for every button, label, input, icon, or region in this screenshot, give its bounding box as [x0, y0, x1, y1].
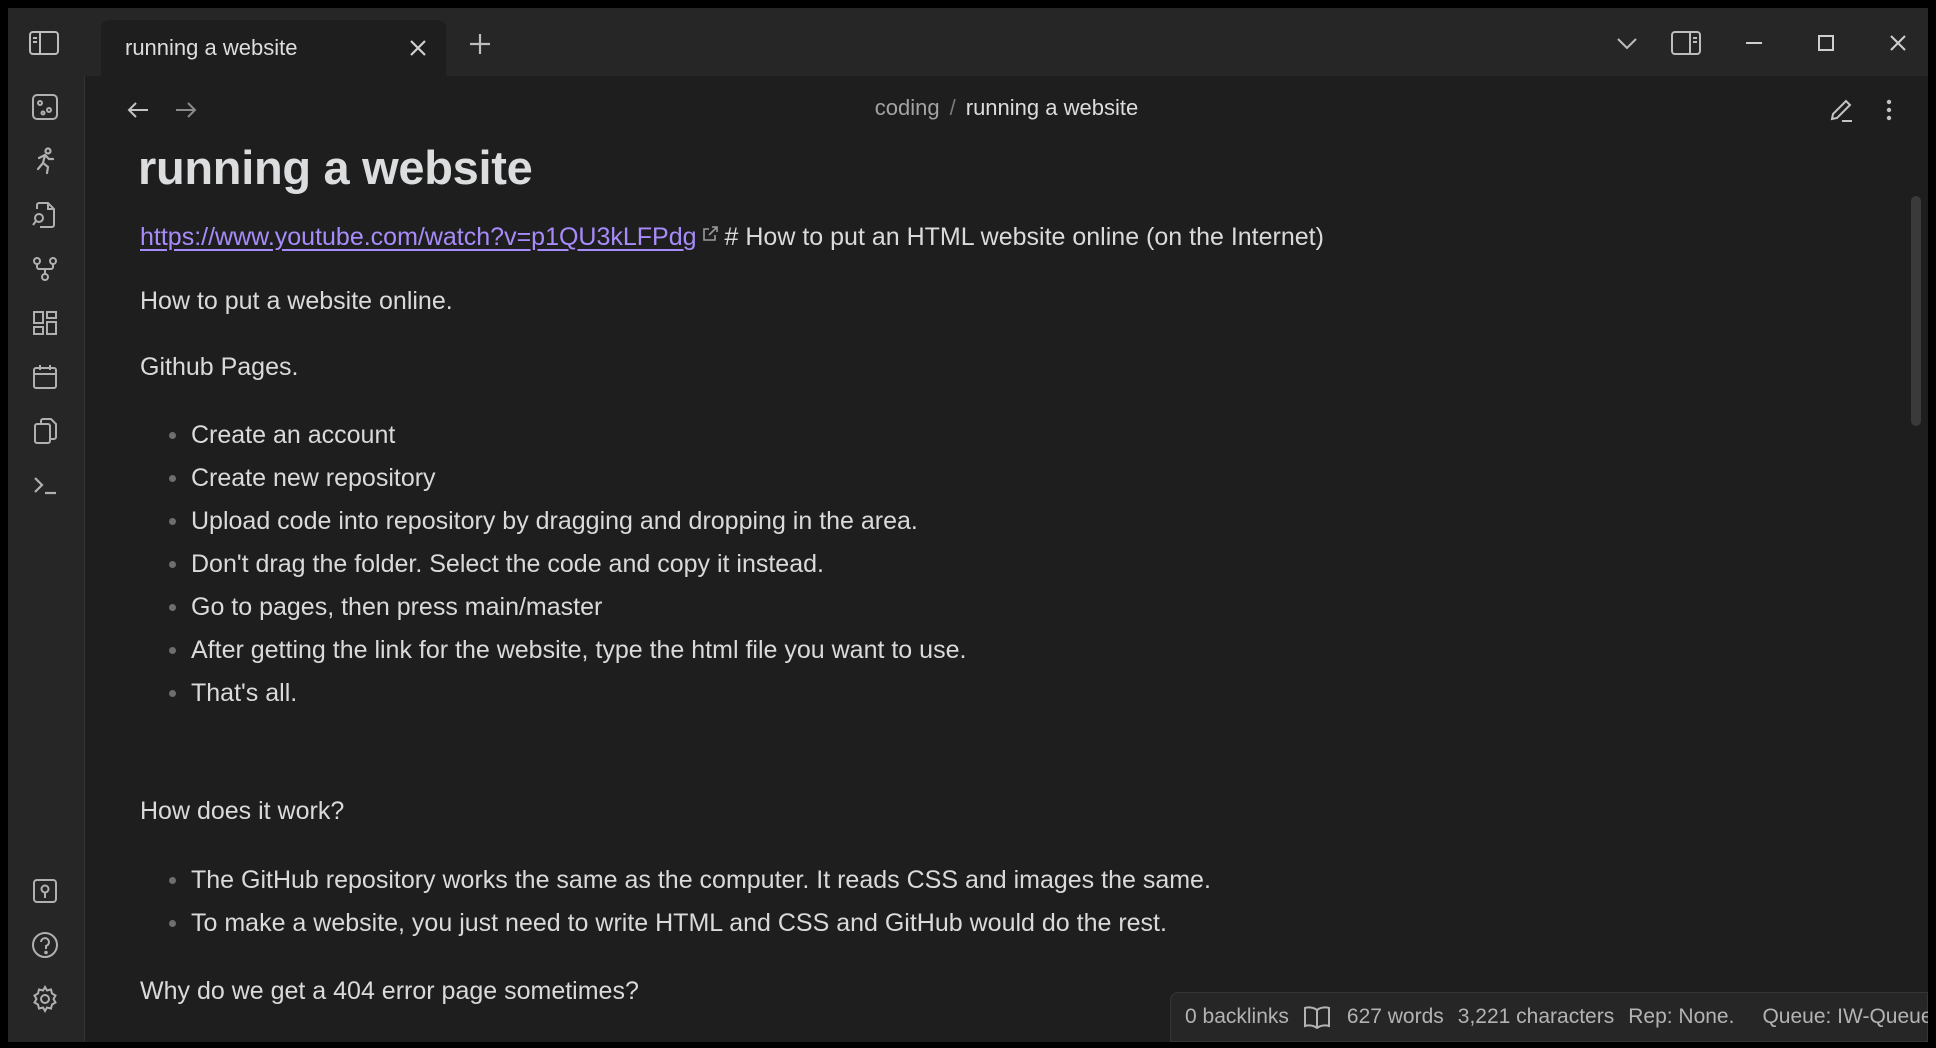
more-options-icon[interactable] — [1873, 94, 1905, 126]
copy-files-icon[interactable] — [28, 414, 62, 448]
word-count: 627 words — [1346, 1005, 1444, 1028]
breadcrumb-separator: / — [949, 95, 956, 120]
queue-status[interactable]: Queue: IW-Queue — [1762, 1005, 1928, 1029]
paragraph-github-pages: Github Pages. — [140, 353, 299, 381]
graph-view-icon[interactable] — [28, 90, 62, 124]
settings-icon[interactable] — [28, 982, 62, 1016]
link-paragraph: https://www.youtube.com/watch?v=p1QU3kLF… — [140, 218, 1324, 254]
git-branch-icon[interactable] — [28, 252, 62, 286]
list-item: Don't drag the folder. Select the code a… — [140, 547, 966, 590]
external-link-icon — [701, 218, 719, 252]
left-ribbon — [8, 76, 85, 1042]
list-item: Create new repository — [140, 461, 966, 504]
explanation-list: The GitHub repository works the same as … — [140, 863, 1211, 949]
maximize-icon[interactable] — [1808, 26, 1844, 60]
rep-status[interactable]: Rep: None. — [1628, 1005, 1734, 1029]
list-item: Go to pages, then press main/master — [140, 590, 966, 633]
list-item: To make a website, you just need to writ… — [140, 906, 1211, 949]
character-count: 3,221 characters — [1457, 1005, 1615, 1028]
steps-list: Create an account Create new repository … — [140, 418, 966, 719]
vertical-scrollbar[interactable] — [1911, 196, 1921, 426]
breadcrumb: coding / running a website — [85, 76, 1928, 140]
terminal-icon[interactable] — [28, 468, 62, 502]
vault-switcher-icon[interactable] — [28, 874, 62, 908]
note-title[interactable]: running a website — [138, 138, 533, 198]
dashboard-grid-icon[interactable] — [28, 306, 62, 340]
backlinks-count[interactable]: 0 backlinks — [1185, 1005, 1289, 1029]
title-bar: running a website — [8, 8, 1928, 76]
reading-view-book-icon[interactable] — [1303, 1005, 1331, 1029]
paragraph-how-does-it-work: How does it work? — [140, 797, 345, 825]
list-item: After getting the link for the website, … — [140, 633, 966, 676]
plus-icon[interactable] — [466, 30, 494, 58]
breadcrumb-current[interactable]: running a website — [966, 95, 1138, 120]
left-sidebar-toggle-icon[interactable] — [28, 29, 60, 57]
window-close-icon[interactable] — [1880, 26, 1916, 60]
paragraph-404-question: Why do we get a 404 error page sometimes… — [140, 977, 639, 1005]
close-icon[interactable] — [406, 36, 430, 60]
list-item: The GitHub repository works the same as … — [140, 863, 1211, 906]
help-icon[interactable] — [28, 928, 62, 962]
list-item: That's all. — [140, 676, 966, 719]
link-trailing-text: # How to put an HTML website online (on … — [724, 223, 1324, 251]
breadcrumb-parent[interactable]: coding — [875, 95, 940, 120]
calendar-icon[interactable] — [28, 360, 62, 394]
edit-pencil-icon[interactable] — [1825, 94, 1857, 126]
right-sidebar-toggle-icon[interactable] — [1668, 26, 1704, 60]
app-window: running a website coding / running a web… — [8, 8, 1928, 1042]
paragraph-how-to: How to put a website online. — [140, 287, 453, 315]
file-search-icon[interactable] — [28, 198, 62, 232]
tab-running-a-website[interactable]: running a website — [101, 20, 446, 76]
list-item: Create an account — [140, 418, 966, 461]
minimize-icon[interactable] — [1736, 26, 1772, 60]
view-header: coding / running a website — [85, 76, 1928, 140]
list-item: Upload code into repository by dragging … — [140, 504, 966, 547]
chevron-down-icon[interactable] — [1612, 26, 1642, 60]
youtube-link[interactable]: https://www.youtube.com/watch?v=p1QU3kLF… — [140, 223, 697, 251]
tab-title: running a website — [125, 35, 298, 60]
running-man-icon[interactable] — [28, 144, 62, 178]
status-bar: 0 backlinks 627 words 3,221 characters R… — [1170, 992, 1928, 1042]
